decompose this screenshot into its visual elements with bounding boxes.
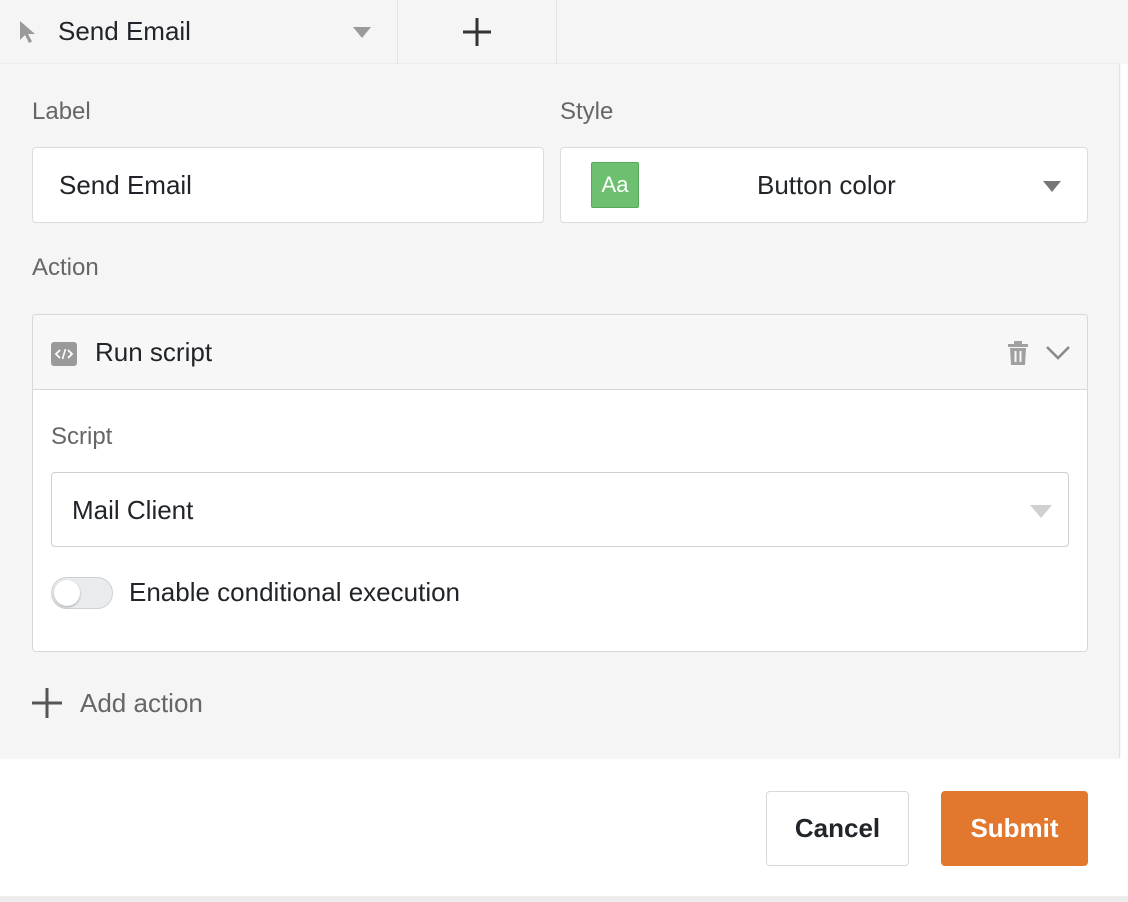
label-input-value: Send Email [59, 170, 192, 200]
button-settings-panel: Label Style Send Email Aa Button color A… [0, 64, 1120, 758]
script-heading: Script [51, 423, 113, 450]
caret-down-icon [1030, 505, 1052, 518]
action-card: Run script Script Mail Client Enable con… [32, 314, 1088, 652]
cursor-arrow-icon [20, 21, 35, 43]
bottom-border [0, 896, 1128, 902]
caret-down-icon[interactable] [353, 27, 371, 38]
conditional-execution-toggle[interactable] [51, 577, 113, 609]
style-select[interactable]: Aa Button color [560, 147, 1088, 223]
color-swatch: Aa [591, 162, 639, 208]
code-script-icon [51, 342, 77, 366]
tab-send-email[interactable]: Send Email [0, 0, 398, 64]
tab-bar: Send Email [0, 0, 1128, 64]
label-input[interactable]: Send Email [32, 147, 544, 223]
label-heading: Label [32, 98, 91, 125]
action-type-label: Run script [95, 337, 213, 367]
action-heading: Action [32, 254, 99, 281]
trash-icon[interactable] [1007, 341, 1029, 365]
toggle-knob [54, 580, 80, 606]
button-editor-dialog: Send Email Label Style Send Email Aa But… [0, 0, 1128, 902]
plus-icon [463, 18, 491, 46]
add-tab-button[interactable] [398, 0, 557, 64]
style-heading: Style [560, 98, 614, 125]
tab-label: Send Email [58, 16, 191, 46]
script-select[interactable]: Mail Client [51, 472, 1069, 547]
toggle-label: Enable conditional execution [129, 577, 461, 607]
script-select-value: Mail Client [72, 495, 194, 525]
cancel-button[interactable]: Cancel [766, 791, 909, 866]
add-action-label: Add action [80, 688, 203, 718]
chevron-down-icon[interactable] [1045, 345, 1071, 361]
submit-button[interactable]: Submit [941, 791, 1088, 866]
plus-icon [32, 688, 62, 718]
action-card-header[interactable]: Run script [33, 315, 1087, 390]
style-select-value: Button color [757, 170, 896, 200]
caret-down-icon [1043, 181, 1061, 192]
